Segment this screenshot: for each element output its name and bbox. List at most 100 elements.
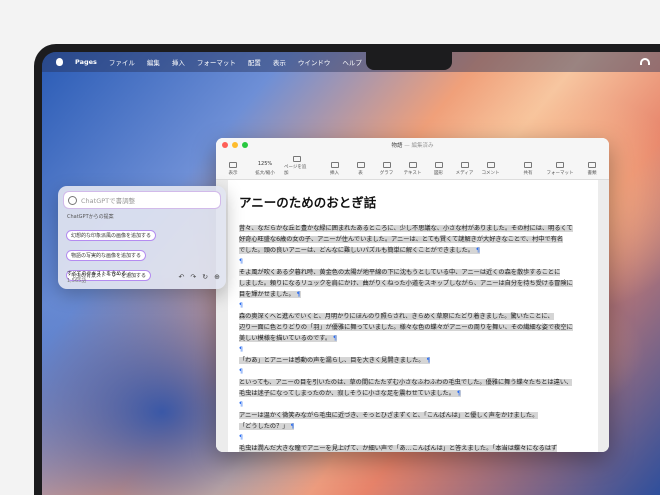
zoom-value: 125% xyxy=(257,161,273,167)
refresh-icon[interactable]: ↻ xyxy=(202,273,208,281)
suggestions-title: ChatGPTからの提案 xyxy=(67,214,114,220)
apple-menu-icon[interactable] xyxy=(56,58,63,66)
chart-icon xyxy=(382,162,391,168)
pilcrow-icon: ¶ xyxy=(288,423,295,430)
media-button[interactable]: メディア xyxy=(452,162,478,176)
toolbar: 表示 125% 拡大/縮小 ページを追加 挿入 表 グラフ テキスト 図形 メディ… xyxy=(216,152,609,180)
view-label: 表示 xyxy=(228,171,238,176)
chart-button[interactable]: グラフ xyxy=(374,162,400,176)
pilcrow-icon: ¶ xyxy=(239,434,243,441)
pilcrow-icon: ¶ xyxy=(239,346,243,353)
share-button[interactable]: 共有 xyxy=(515,162,541,176)
menu-help[interactable]: ヘルプ xyxy=(342,57,362,67)
text-label: テキスト xyxy=(403,171,422,176)
table-button[interactable]: 表 xyxy=(348,162,374,176)
word-count: 1,565語 xyxy=(67,278,87,284)
media-label: メディア xyxy=(455,171,474,176)
undo-icon[interactable]: ↶ xyxy=(179,273,185,281)
paragraph-line[interactable]: でした。頭の良いアニーは、どんなに難しいパズルも簡単に解くことができました。 ¶ xyxy=(239,245,587,256)
format-button[interactable]: フォーマット xyxy=(541,162,579,176)
text-button[interactable]: テキスト xyxy=(400,162,426,176)
shape-label: 図形 xyxy=(434,171,443,176)
zoom-dropdown[interactable]: 125% 拡大/縮小 xyxy=(246,161,284,176)
document-canvas: アニーのためのおとぎ話 昔々、なだらかな丘と豊かな緑に囲まれたあるところに、少し… xyxy=(216,180,609,452)
chatgpt-icon xyxy=(68,195,77,205)
paragraph-line[interactable]: 毛虫は潤んだ大きな瞳でアニーを見上げて、か細い声で「あ…こんばんは」と答えました… xyxy=(239,443,587,452)
document-status: — 編集済み xyxy=(404,143,434,149)
table-label: 表 xyxy=(358,171,363,176)
pilcrow-icon: ¶ xyxy=(331,335,337,342)
pilcrow-icon: ¶ xyxy=(239,401,243,408)
title-bar: 物語 — 編集済み xyxy=(216,138,609,152)
paragraph-line[interactable]: 辺り一面に色とりどりの「羽」が優雅に舞っていました。様々な色の蝶々がアニーの周り… xyxy=(239,322,587,333)
document-button[interactable]: 書類 xyxy=(579,162,605,176)
include-text-option[interactable]: すべてのテキストを含める ◇ 1,565語 xyxy=(67,270,132,284)
format-label: フォーマット xyxy=(546,171,574,176)
pilcrow-icon: ¶ xyxy=(239,368,243,375)
pilcrow-icon: ¶ xyxy=(424,357,431,364)
shape-icon xyxy=(434,162,443,168)
zoom-label: 拡大/縮小 xyxy=(255,171,275,176)
document-icon xyxy=(588,162,596,168)
paragraph-line[interactable]: 森の奥深くへと進んでいくと、月明かりにほんのり照らされ、きらめく草原にたどり着き… xyxy=(239,311,587,322)
menu-bar: Pages ファイル 編集 挿入 フォーマット 配置 表示 ウインドウ ヘルプ xyxy=(42,52,660,72)
panel-actions: ↶ ↷ ↻ ⊕ xyxy=(179,273,221,281)
menu-window[interactable]: ウインドウ xyxy=(298,57,331,67)
document-page[interactable]: アニーのためのおとぎ話 昔々、なだらかな丘と豊かな緑に囲まれたあるところに、少し… xyxy=(228,180,598,452)
paragraph-line[interactable]: 美しい模様を描いているのです。 ¶ xyxy=(239,333,587,344)
redo-icon[interactable]: ↷ xyxy=(190,273,196,281)
comment-label: コメント xyxy=(481,171,500,176)
paintbrush-icon xyxy=(556,162,564,168)
pilcrow-icon: ¶ xyxy=(474,247,480,254)
menu-app-name[interactable]: Pages xyxy=(75,58,97,66)
media-icon xyxy=(460,162,469,168)
document-name: 物語 xyxy=(391,143,403,149)
document-label: 書類 xyxy=(587,171,597,176)
paragraph-line[interactable]: 昔々、なだらかな丘と豊かな緑に囲まれたあるところに、少し不思議な、小さな村があり… xyxy=(239,223,587,234)
shape-button[interactable]: 図形 xyxy=(426,162,452,176)
share-icon xyxy=(524,162,532,168)
pilcrow-icon: ¶ xyxy=(454,390,461,397)
suggestion-chip[interactable]: 幻想的な印象派風の画像を追加する xyxy=(66,230,157,241)
table-icon xyxy=(356,162,365,168)
paragraph-line[interactable]: といっても、アニーの目を引いたのは、草の間にたたずむ小さなふわふわの毛虫でした。… xyxy=(239,377,587,388)
chatgpt-prompt-field[interactable]: ChatGPTで書調整 xyxy=(63,191,221,209)
laptop-frame: Pages ファイル 編集 挿入 フォーマット 配置 表示 ウインドウ ヘルプ … xyxy=(34,44,660,495)
paragraph-line[interactable]: 「どうしたの？」 ¶ xyxy=(239,421,587,432)
wifi-icon[interactable] xyxy=(640,58,650,65)
insert-button[interactable]: 挿入 xyxy=(322,162,348,176)
desktop: Pages ファイル 編集 挿入 フォーマット 配置 表示 ウインドウ ヘルプ … xyxy=(42,52,660,495)
chart-label: グラフ xyxy=(379,171,394,176)
insert-label: 挿入 xyxy=(330,171,339,176)
add-page-label: ページを追加 xyxy=(284,165,307,176)
menu-edit[interactable]: 編集 xyxy=(147,57,160,67)
document-body[interactable]: 昔々、なだらかな丘と豊かな緑に囲まれたあるところに、少し不思議な、小さな村があり… xyxy=(239,223,587,452)
paragraph-line[interactable]: 好奇心旺盛な6歳の女の子、アニーが住んでいました。アニーは、とても賢くて謎解きが… xyxy=(239,234,587,245)
document-title[interactable]: アニーのためのおとぎ話 xyxy=(239,192,587,211)
paragraph-line[interactable]: 毛虫は迷子になってしまったのか、寂しそうに小さな足を震わせていました。 ¶ xyxy=(239,388,587,399)
paragraph-line[interactable]: 「わあ」とアニーは感動の声を漏らし、目を大きく見開きました。 ¶ xyxy=(239,355,587,366)
text-icon xyxy=(408,162,417,168)
add-icon[interactable]: ⊕ xyxy=(214,273,220,281)
menu-arrange[interactable]: 配置 xyxy=(248,57,261,67)
paragraph-line[interactable]: そよ風が吹くある夕暮れ時、黄金色の太陽が地平線の下に沈もうとしている中、アニーは… xyxy=(239,267,587,278)
camera-notch xyxy=(366,52,452,70)
add-page-icon xyxy=(293,156,301,162)
add-page-button[interactable]: ページを追加 xyxy=(284,156,310,176)
menu-insert[interactable]: 挿入 xyxy=(172,57,185,67)
window-title: 物語 — 編集済み xyxy=(216,141,609,149)
menu-format[interactable]: フォーマット xyxy=(197,57,236,67)
menu-file[interactable]: ファイル xyxy=(109,57,135,67)
view-button[interactable]: 表示 xyxy=(220,162,246,176)
insert-icon xyxy=(330,162,339,168)
suggestion-chip[interactable]: 物語の写実的な画像を追加する xyxy=(66,250,147,261)
paragraph-line[interactable]: アニーは温かく微笑みながら毛虫に近づき、そっとひざまずくと、「こんばんは」と優し… xyxy=(239,410,587,421)
pilcrow-icon: ¶ xyxy=(239,258,243,265)
paragraph-line[interactable]: しました。頼りになるリュックを肩にかけ、曲がりくねった小道をスキップしながら、ア… xyxy=(239,278,587,289)
comment-icon xyxy=(486,162,495,168)
pilcrow-icon: ¶ xyxy=(294,291,301,298)
menu-view[interactable]: 表示 xyxy=(273,57,286,67)
share-label: 共有 xyxy=(523,171,533,176)
comment-button[interactable]: コメント xyxy=(478,162,504,176)
paragraph-line[interactable]: 目を輝かせました。 ¶ xyxy=(239,289,587,300)
